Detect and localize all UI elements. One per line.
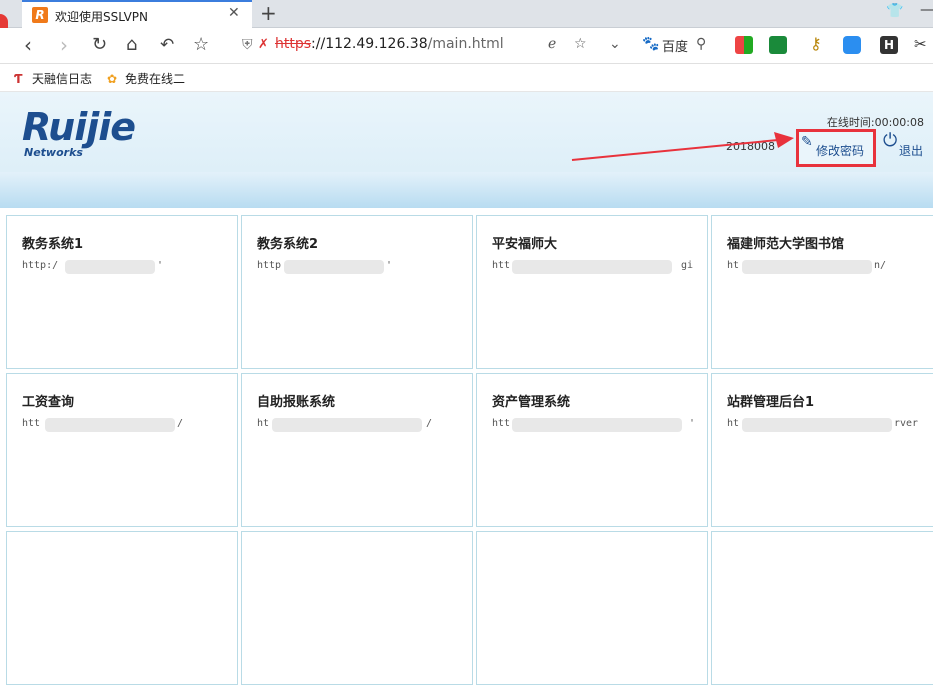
header-band <box>0 172 933 208</box>
app-card[interactable]: 教务系统1 http:/ ' <box>6 215 238 369</box>
search-engine-hint[interactable]: 百度 <box>662 36 688 55</box>
redacted-url <box>742 418 892 432</box>
bookmark-favicon-icon: Ƭ <box>14 72 23 86</box>
shield-icon: ⛨ <box>242 37 253 53</box>
redacted-url <box>512 418 682 432</box>
ie-mode-icon[interactable]: ℯ <box>548 36 556 52</box>
annotation-arrow-icon <box>571 132 794 161</box>
redacted-url <box>512 260 672 274</box>
apps-grid-icon[interactable] <box>735 36 753 54</box>
app-name: 站群管理后台1 <box>727 395 815 410</box>
power-icon: ⏻ <box>883 130 898 151</box>
insecure-lock-icon[interactable]: ✗ <box>258 37 269 52</box>
app-card[interactable]: 站群管理后台1 ht rver <box>711 373 933 527</box>
scissors-icon[interactable]: ✂ <box>914 35 927 53</box>
dropdown-chevron-icon[interactable]: ⌄ <box>609 36 621 52</box>
app-card[interactable]: 教务系统2 http ' <box>241 215 473 369</box>
app-card[interactable] <box>241 531 473 685</box>
ruijie-logo: Ruijie Networks <box>22 105 136 159</box>
address-toolbar: ‹ › ↻ ⌂ ↶ ☆ ⛨ ✗ https://112.49.126.38/ma… <box>0 28 933 64</box>
pen-extension-icon[interactable] <box>843 36 861 54</box>
app-url-tail: ' <box>386 260 393 271</box>
app-card[interactable]: 资产管理系统 htt ' <box>476 373 708 527</box>
browser-tab[interactable]: R 欢迎使用SSLVPN ✕ <box>22 0 252 28</box>
app-url-tail: ' <box>157 260 164 271</box>
app-url-tail: n/ <box>874 260 887 271</box>
new-tab-icon[interactable]: + <box>260 1 277 25</box>
app-name: 福建师范大学图书馆 <box>727 237 845 252</box>
app-url: htt <box>492 418 511 429</box>
favorite-star-icon[interactable]: ☆ <box>193 34 209 55</box>
redacted-url <box>65 260 155 274</box>
back-icon[interactable]: ‹ <box>24 33 32 57</box>
app-card[interactable] <box>476 531 708 685</box>
app-name: 自助报账系统 <box>257 395 336 410</box>
online-time: 在线时间:00:00:08 <box>826 116 924 129</box>
app-url-tail: rver <box>894 418 919 429</box>
undo-icon[interactable]: ↶ <box>160 35 174 55</box>
app-card[interactable]: 福建师范大学图书馆 ht n/ <box>711 215 933 369</box>
app-url: http <box>257 260 282 271</box>
bookmark-favicon-icon: ✿ <box>107 72 118 86</box>
home-icon[interactable]: ⌂ <box>126 34 137 55</box>
app-name: 教务系统1 <box>22 237 84 252</box>
url-field[interactable]: ⛨ ✗ https://112.49.126.38/main.html <box>232 34 632 58</box>
app-name: 教务系统2 <box>257 237 319 252</box>
app-url: ht <box>257 418 270 429</box>
bookmark-star-icon[interactable]: ☆ <box>574 36 587 52</box>
app-url: htt <box>492 260 511 271</box>
app-card[interactable] <box>6 531 238 685</box>
bookmark-item[interactable]: Ƭ 天融信日志 <box>14 70 92 87</box>
app-url: htt <box>22 418 41 429</box>
app-name: 资产管理系统 <box>492 395 571 410</box>
edit-document-icon: ✎ <box>801 134 813 150</box>
bookmark-item[interactable]: ✿ 免费在线二 <box>107 70 185 87</box>
change-password-button[interactable]: ✎ 修改密码 <box>796 129 876 167</box>
tab-title: 欢迎使用SSLVPN <box>55 10 149 24</box>
baidu-paw-icon: 🐾 <box>642 36 660 52</box>
close-tab-icon[interactable]: ✕ <box>228 5 240 21</box>
redacted-url <box>272 418 422 432</box>
tab-bar: R 欢迎使用SSLVPN ✕ + 👕 — <box>0 0 933 42</box>
app-url-tail: gi <box>681 260 694 271</box>
app-name: 平安福师大 <box>492 237 558 252</box>
shirt-skin-icon[interactable]: 👕 <box>886 3 903 19</box>
app-card[interactable]: 自助报账系统 ht / <box>241 373 473 527</box>
logout-label: 退出 <box>899 144 924 158</box>
h-extension-icon[interactable]: H <box>880 36 898 54</box>
app-url: ht <box>727 418 740 429</box>
redacted-url <box>284 260 384 274</box>
app-url-tail: / <box>426 418 433 429</box>
vpn-portal-page: Ruijie Networks 在线时间:00:00:08 2018008 ✎ … <box>0 92 933 685</box>
app-card[interactable]: 工资查询 htt / <box>6 373 238 527</box>
qr-code-icon[interactable] <box>769 36 787 54</box>
key-icon[interactable]: ⚷ <box>810 34 828 53</box>
change-password-label: 修改密码 <box>816 144 865 158</box>
reload-icon[interactable]: ↻ <box>92 34 107 55</box>
app-name: 工资查询 <box>22 395 75 410</box>
app-url: ht <box>727 260 740 271</box>
bookmarks-bar: Ƭ 天融信日志 ✿ 免费在线二 <box>0 64 933 92</box>
search-icon[interactable]: ⚲ <box>696 36 706 52</box>
app-url-tail: / <box>177 418 184 429</box>
redacted-url <box>742 260 872 274</box>
app-url: http:/ <box>22 260 59 271</box>
minimize-icon[interactable]: — <box>920 2 933 18</box>
app-card[interactable]: 平安福师大 htt gi <box>476 215 708 369</box>
url-text: https://112.49.126.38/main.html <box>275 36 504 52</box>
ruijie-favicon-icon: R <box>32 7 48 23</box>
redacted-url <box>45 418 175 432</box>
app-card[interactable] <box>711 531 933 685</box>
app-url-tail: ' <box>689 418 696 429</box>
forward-icon[interactable]: › <box>60 33 68 57</box>
